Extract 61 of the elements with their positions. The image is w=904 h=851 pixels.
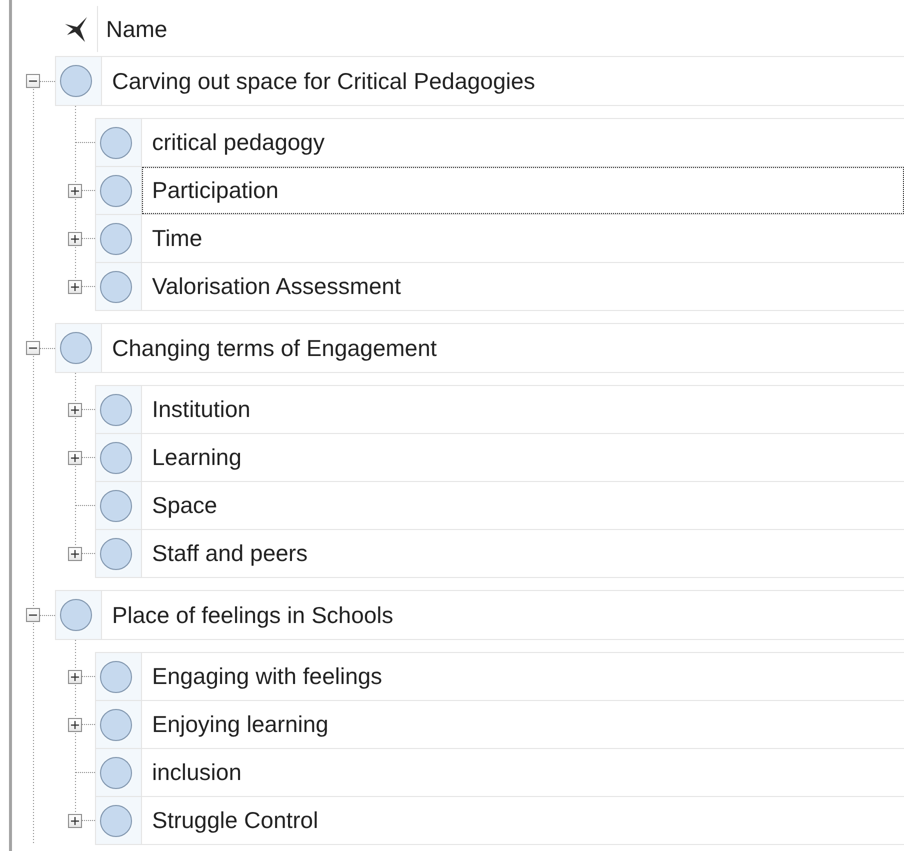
expand-toggle[interactable] bbox=[68, 670, 82, 684]
expand-toggle[interactable] bbox=[68, 814, 82, 828]
expand-toggle[interactable] bbox=[68, 546, 82, 560]
node-label: Valorisation Assessment bbox=[151, 272, 402, 301]
circle-icon bbox=[100, 442, 132, 474]
collapse-toggle[interactable] bbox=[26, 608, 40, 622]
plus-icon bbox=[71, 550, 79, 558]
expand-toggle[interactable] bbox=[68, 450, 82, 464]
expand-toggle[interactable] bbox=[68, 184, 82, 198]
plus-icon bbox=[71, 282, 79, 290]
column-header[interactable]: Name bbox=[98, 16, 168, 42]
node-label: Learning bbox=[151, 443, 243, 472]
node-label: Enjoying learning bbox=[151, 710, 330, 739]
node-label: Institution bbox=[151, 395, 252, 424]
circle-icon bbox=[60, 332, 92, 364]
node-label: Time bbox=[151, 224, 204, 253]
node-label: Changing terms of Engagement bbox=[111, 334, 438, 363]
expand-toggle[interactable] bbox=[68, 232, 82, 246]
tree-row[interactable]: Place of feelings in Schools bbox=[55, 590, 904, 640]
circle-icon bbox=[60, 599, 92, 631]
circle-icon bbox=[100, 222, 132, 254]
plus-icon bbox=[71, 186, 79, 194]
tree-row[interactable]: critical pedagogy bbox=[95, 118, 904, 167]
collapse-toggle[interactable] bbox=[26, 74, 40, 88]
circle-icon bbox=[100, 538, 132, 570]
circle-icon bbox=[60, 65, 92, 97]
tree-row[interactable]: Institution bbox=[95, 385, 904, 434]
node-label: Space bbox=[151, 491, 218, 520]
node-label: Place of feelings in Schools bbox=[111, 600, 394, 630]
circle-icon bbox=[100, 174, 132, 206]
tree-row[interactable]: Staff and peers bbox=[95, 529, 904, 578]
tree-row[interactable]: Changing terms of Engagement bbox=[55, 323, 904, 373]
node-label: Engaging with feelings bbox=[151, 662, 384, 691]
plus-icon bbox=[71, 672, 79, 680]
star-icon bbox=[63, 15, 89, 43]
plus-icon bbox=[71, 720, 79, 728]
tree-row[interactable]: Struggle Control bbox=[95, 796, 904, 845]
tree-row[interactable]: Engaging with feelings bbox=[95, 652, 904, 701]
expand-toggle[interactable] bbox=[68, 280, 82, 294]
tree-row[interactable]: Valorisation Assessment bbox=[95, 262, 904, 311]
circle-icon bbox=[100, 490, 132, 522]
expand-toggle[interactable] bbox=[68, 402, 82, 416]
node-label: critical pedagogy bbox=[151, 128, 326, 157]
node-label: inclusion bbox=[151, 758, 242, 787]
circle-icon bbox=[100, 804, 132, 836]
circle-icon bbox=[100, 270, 132, 302]
plus-icon bbox=[71, 234, 79, 242]
circle-icon bbox=[100, 660, 132, 692]
plus-icon bbox=[71, 454, 79, 462]
node-label: Struggle Control bbox=[151, 806, 320, 835]
circle-icon bbox=[100, 708, 132, 740]
plus-icon bbox=[71, 816, 79, 824]
collapse-toggle[interactable] bbox=[26, 341, 40, 355]
plus-icon bbox=[71, 406, 79, 414]
node-label: Carving out space for Critical Pedagogies bbox=[111, 66, 536, 96]
circle-icon bbox=[100, 756, 132, 788]
circle-icon bbox=[100, 394, 132, 426]
tree-row[interactable]: Carving out space for Critical Pedagogies bbox=[55, 56, 904, 106]
expand-toggle[interactable] bbox=[68, 718, 82, 732]
circle-icon bbox=[100, 126, 132, 158]
node-label: Staff and peers bbox=[151, 539, 309, 568]
